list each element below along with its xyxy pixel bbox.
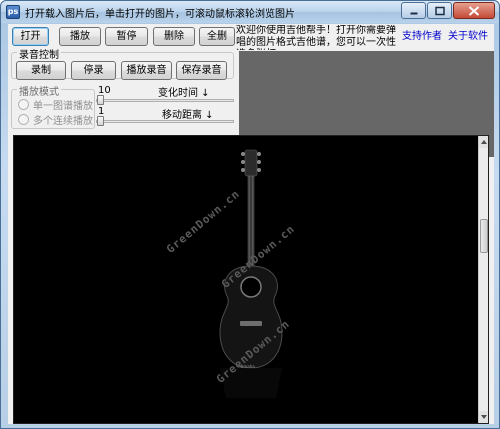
close-icon	[468, 5, 480, 16]
stop-record-button[interactable]: 停录	[71, 61, 116, 80]
delete-button[interactable]: 删除	[153, 27, 195, 46]
minimize-button[interactable]	[401, 2, 426, 19]
move-distance-slider[interactable]	[96, 116, 234, 126]
radio-circle	[18, 99, 29, 110]
support-author-link[interactable]: 支持作者	[402, 27, 442, 42]
radio-circle	[18, 114, 29, 125]
play-mode-title: 播放模式	[17, 83, 61, 98]
slider-thumb[interactable]	[97, 95, 104, 105]
title-bar[interactable]: ps 打开载入图片后，单击打开的图片，可滚动鼠标滚轮浏览图片	[1, 1, 499, 23]
app-icon: ps	[6, 5, 20, 19]
guitar-image: Yamaha	[219, 149, 283, 398]
save-recording-button[interactable]: 保存录音	[176, 61, 227, 80]
client-area: 打开 播放 暂停 删除 全删 欢迎你使用吉他帮手！打开你需要弹唱的图片格式吉他谱…	[8, 24, 494, 424]
play-mode-group: 播放模式 单一图谱播放 多个连续播放	[11, 83, 95, 129]
arrow-up-icon	[481, 140, 487, 144]
close-button[interactable]	[453, 2, 495, 19]
window-controls	[401, 2, 495, 19]
scroll-up-button[interactable]	[479, 136, 488, 148]
minimize-icon	[410, 12, 417, 14]
record-button[interactable]: 录制	[16, 61, 66, 80]
vertical-scrollbar[interactable]	[478, 136, 488, 423]
maximize-icon	[434, 6, 445, 15]
change-time-slider[interactable]	[96, 95, 234, 105]
single-play-label: 单一图谱播放	[33, 101, 93, 112]
welcome-tip: 欢迎你使用吉他帮手！打开你需要弹唱的图片格式吉他谱，您可以一次性选多张打	[236, 25, 396, 50]
multi-play-radio[interactable]: 多个连续播放	[18, 112, 93, 127]
scroll-down-button[interactable]	[479, 411, 488, 423]
scroll-thumb[interactable]	[480, 219, 488, 253]
app-window: ps 打开载入图片后，单击打开的图片，可滚动鼠标滚轮浏览图片 打开 播放 暂停 …	[0, 0, 500, 429]
maximize-button[interactable]	[427, 2, 452, 19]
pause-button[interactable]: 暂停	[105, 27, 148, 46]
single-play-radio[interactable]: 单一图谱播放	[18, 97, 93, 112]
arrow-down-icon	[481, 415, 487, 419]
open-button[interactable]: 打开	[12, 27, 49, 46]
image-viewer[interactable]: Yamaha GreenDown.cn GreenDown.cn GreenDo…	[13, 135, 489, 424]
delete-all-button[interactable]: 全删	[199, 27, 235, 46]
window-title: 打开载入图片后，单击打开的图片，可滚动鼠标滚轮浏览图片	[25, 9, 295, 20]
slider-track	[96, 99, 234, 102]
about-link[interactable]: 关于软件	[448, 27, 488, 42]
play-button[interactable]: 播放	[59, 27, 101, 46]
multi-play-label: 多个连续播放	[33, 116, 93, 127]
play-recording-button[interactable]: 播放录音	[121, 61, 172, 80]
record-control-title: 录音控制	[17, 46, 61, 61]
slider-thumb[interactable]	[97, 116, 104, 126]
slider-track	[96, 120, 234, 123]
